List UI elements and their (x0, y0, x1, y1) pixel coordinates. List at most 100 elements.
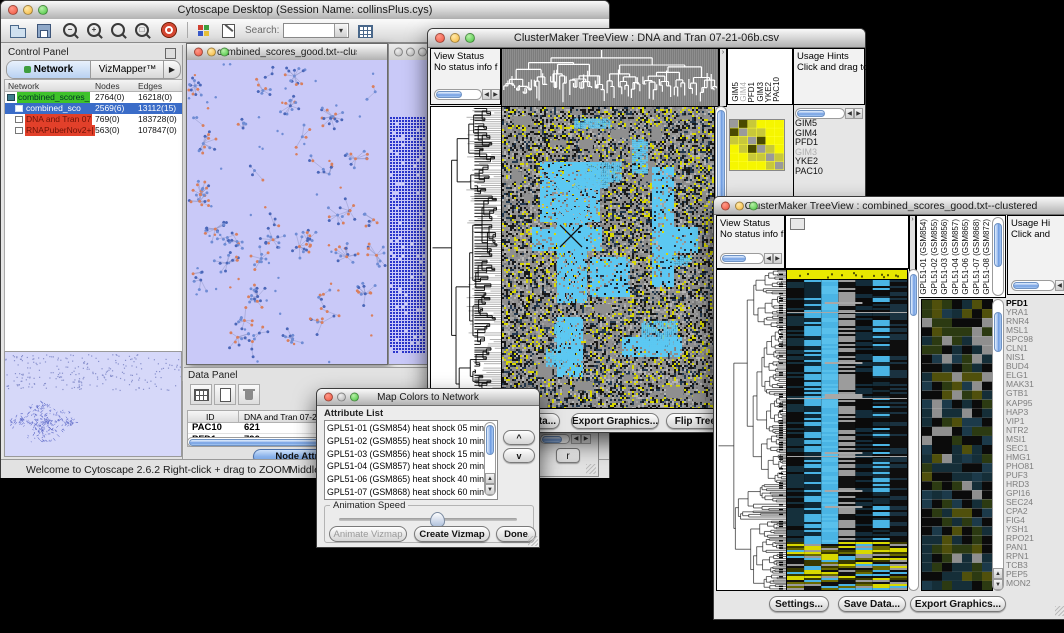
gene-label[interactable]: PAN1 (1006, 543, 1064, 552)
gene-label[interactable]: PHO81 (1006, 462, 1064, 471)
zoom-button[interactable] (350, 393, 359, 402)
gene-label[interactable]: RPO21 (1006, 534, 1064, 543)
gene-label[interactable]: VIP1 (1006, 417, 1064, 426)
gene-label[interactable]: RNR4 (1006, 317, 1064, 326)
zoom-matrix-canvas[interactable] (729, 119, 785, 171)
col-nodes[interactable]: Nodes (95, 81, 120, 91)
treeview-dna-titlebar[interactable]: ClusterMaker TreeView : DNA and Tran 07-… (428, 29, 865, 48)
gene-label[interactable]: YSH1 (1006, 525, 1064, 534)
treeview-footer-button[interactable]: Export Graphics... (910, 596, 1006, 612)
zoom-out-icon[interactable]: − (63, 23, 77, 37)
gene-label[interactable]: MSI1 (1006, 435, 1064, 444)
float-panel-icon[interactable] (165, 48, 176, 59)
resize-grip[interactable] (586, 464, 596, 474)
gene-label[interactable]: NTR2 (1006, 426, 1064, 435)
header-mini-strip[interactable]: › (719, 48, 727, 107)
vizmapper-icon[interactable] (194, 21, 216, 41)
treeview-footer-button[interactable]: Settings... (769, 596, 829, 612)
gene-label[interactable]: TCB3 (1006, 561, 1064, 570)
delete-attribute-icon[interactable] (238, 384, 260, 405)
tab-network[interactable]: Network (7, 61, 91, 78)
network-view-2-titlebar[interactable] (389, 44, 429, 61)
gene-label[interactable]: ELG1 (1006, 371, 1064, 380)
close-button[interactable] (394, 48, 403, 57)
col-edges[interactable]: Edges (138, 81, 162, 91)
network-view-titlebar[interactable]: combined_scores_good.txt--cluste... (187, 44, 387, 61)
gene-label[interactable]: MAK31 (1006, 380, 1064, 389)
fragment-hscrollbar[interactable] (540, 434, 570, 444)
gene-label[interactable]: GPI16 (1006, 489, 1064, 498)
zoom-vscrollbar[interactable]: ▲ ▼ (992, 299, 1004, 591)
gene-label[interactable]: RPN1 (1006, 552, 1064, 561)
network-overview-thumbnail[interactable] (4, 351, 182, 457)
minimize-button[interactable] (450, 33, 460, 43)
gene-label[interactable]: PUF3 (1006, 471, 1064, 480)
scroll-left-icon[interactable]: ◀ (1055, 280, 1064, 291)
gene-label[interactable]: KAP95 (1006, 399, 1064, 408)
attribute-list-item[interactable]: GPL51-04 (GSM857) heat shock 20 min (327, 460, 477, 473)
heatmap-vscrollbar[interactable] (908, 269, 919, 591)
close-button[interactable] (435, 33, 445, 43)
gene-label[interactable]: BUD4 (1006, 362, 1064, 371)
network-list-row[interactable]: combined_scores_2764(0)16218(0) (5, 92, 182, 103)
scroll-right-icon[interactable]: ▶ (491, 89, 500, 100)
gene-label[interactable]: PAC10 (795, 167, 863, 177)
close-button[interactable] (8, 5, 18, 15)
search-dropdown-icon[interactable]: ▾ (334, 24, 347, 37)
help-icon[interactable] (161, 22, 177, 38)
treeview-footer-button[interactable]: Save Data... (838, 596, 906, 612)
minimize-button[interactable] (337, 393, 346, 402)
zoom-fit-icon[interactable] (111, 23, 125, 37)
gene-label[interactable]: SEC1 (1006, 444, 1064, 453)
annotation-icon[interactable] (218, 21, 240, 41)
zoom-button[interactable] (749, 201, 758, 210)
search-input[interactable]: ▾ (283, 23, 349, 38)
zoom-heatmap-canvas[interactable] (921, 299, 993, 591)
row-dendrogram-canvas[interactable] (716, 269, 788, 591)
scroll-right-icon[interactable]: ▶ (773, 253, 782, 264)
network-graph-canvas[interactable] (187, 60, 387, 364)
scroll-right-icon[interactable]: ▶ (581, 434, 591, 444)
gene-label[interactable]: YRA1 (1006, 308, 1064, 317)
col-network[interactable]: Network (8, 81, 39, 91)
gene-label[interactable]: HAP3 (1006, 408, 1064, 417)
row-dendrogram-canvas[interactable] (430, 106, 502, 409)
scroll-down-icon[interactable]: ▼ (485, 484, 495, 495)
network-graph-canvas-2[interactable] (389, 60, 429, 364)
attribute-list-item[interactable]: GPL51-06 (GSM865) heat shock 40 min (327, 473, 477, 486)
gene-label[interactable]: NIS1 (1006, 353, 1064, 362)
gene-label[interactable]: CLN1 (1006, 344, 1064, 353)
header-mini-strip[interactable]: › (909, 215, 916, 271)
gene-label[interactable]: CPA2 (1006, 507, 1064, 516)
gene-label[interactable]: PEP5 (1006, 570, 1064, 579)
attribute-list-item[interactable]: GPL51-01 (GSM854) heat shock 05 min (327, 422, 477, 435)
move-up-button[interactable]: ^ (503, 430, 535, 445)
scroll-up-icon[interactable]: ▲ (993, 568, 1003, 579)
move-down-button[interactable]: v (503, 448, 535, 463)
scroll-up-icon[interactable]: ▲ (485, 473, 495, 484)
attribute-list-vscrollbar[interactable]: ▲ ▼ (484, 422, 496, 496)
minimize-button[interactable] (735, 201, 744, 210)
col-id[interactable]: ID (206, 412, 215, 422)
gene-label[interactable]: SEC24 (1006, 498, 1064, 507)
create-vizmap-button[interactable]: Create Vizmap (414, 526, 490, 542)
table-icon[interactable] (190, 384, 212, 405)
speed-slider-track[interactable] (339, 518, 517, 521)
minimize-button[interactable] (23, 5, 33, 15)
network-list-row[interactable]: RNAPuberNov2+|563(0)107847(0) (5, 125, 182, 136)
heatmap-canvas[interactable] (501, 106, 715, 409)
scroll-left-icon[interactable]: ◀ (764, 253, 773, 264)
attribute-listbox[interactable]: GPL51-01 (GSM854) heat shock 05 min GPL51… (324, 420, 498, 500)
tab-vizmapper[interactable]: VizMapper™ (91, 61, 164, 78)
close-button[interactable] (324, 393, 333, 402)
usage-hints-hscrollbar[interactable] (1011, 280, 1055, 291)
attribute-list-item[interactable]: GPL51-03 (GSM856) heat shock 15 min (327, 448, 477, 461)
gene-label[interactable]: HMG1 (1006, 453, 1064, 462)
gene-label[interactable]: PFD1 (1006, 299, 1064, 308)
view-status-hscrollbar[interactable] (720, 253, 764, 264)
new-attribute-icon[interactable] (214, 384, 236, 405)
zoom-button[interactable] (38, 5, 48, 15)
minimize-button[interactable] (207, 48, 216, 57)
minimize-button[interactable] (406, 48, 415, 57)
column-dendrogram-canvas[interactable] (501, 48, 719, 107)
